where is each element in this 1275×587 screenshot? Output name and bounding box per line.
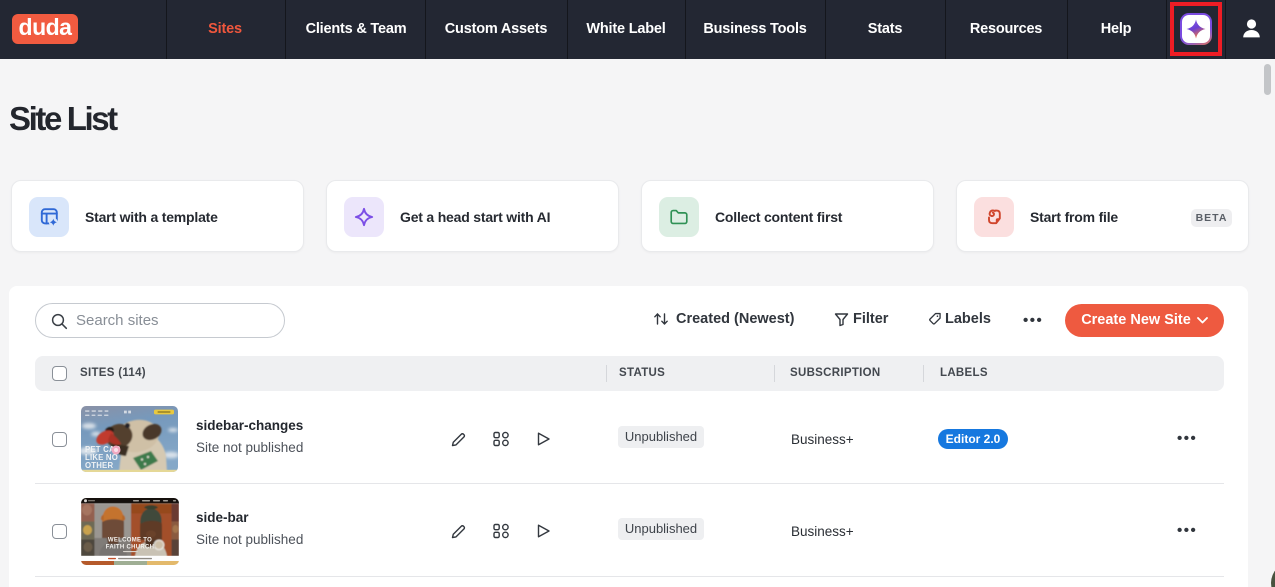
svg-text:OTHER: OTHER: [85, 461, 113, 470]
svg-text:FAITH CHURCH: FAITH CHURCH: [106, 545, 155, 551]
svg-text:WELCOME TO: WELCOME TO: [108, 538, 152, 544]
